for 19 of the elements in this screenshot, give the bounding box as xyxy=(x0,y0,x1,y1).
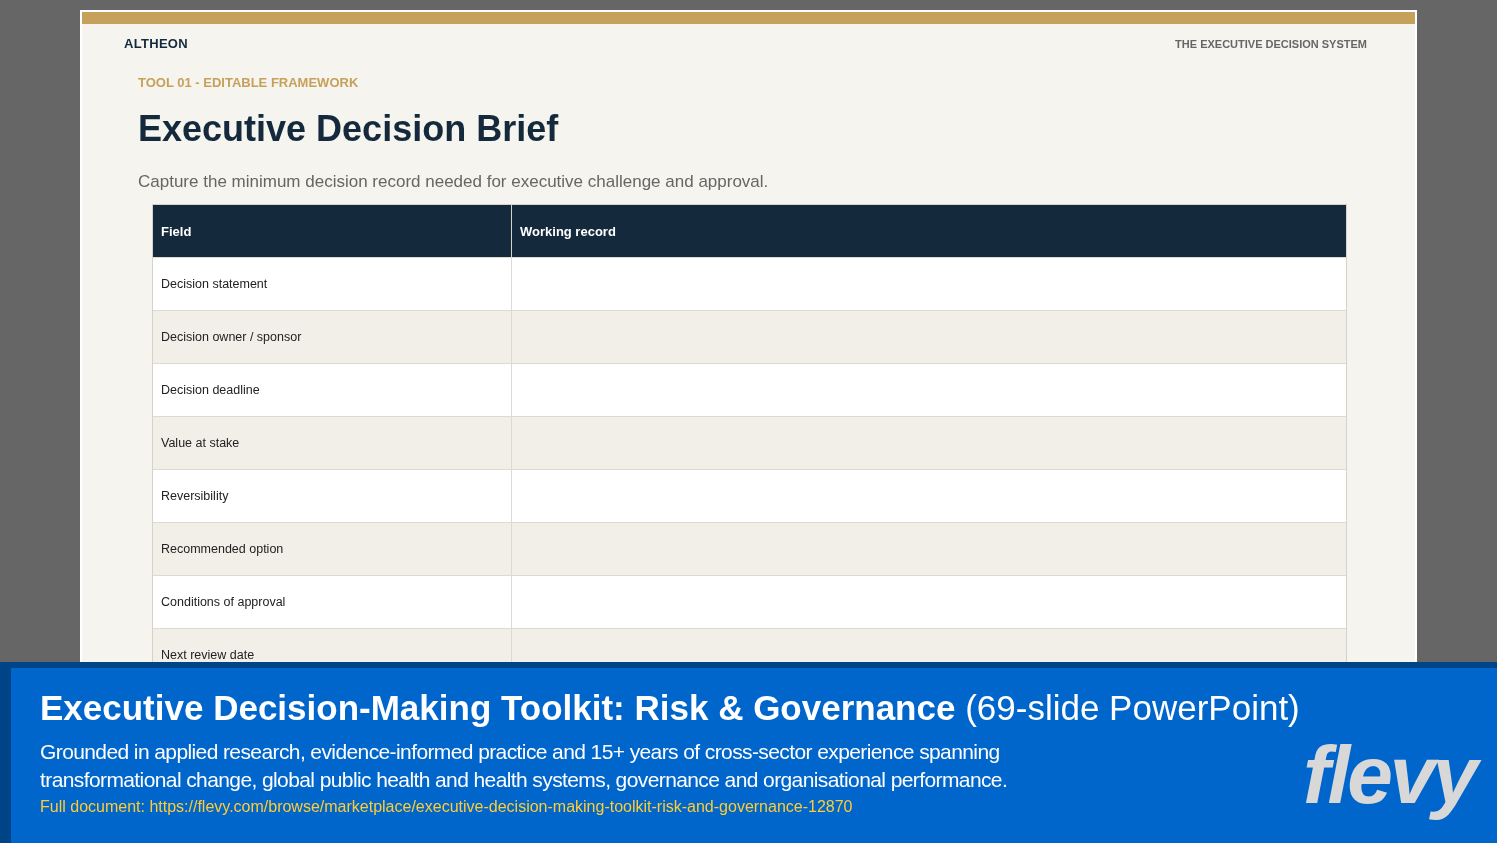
column-header: Field xyxy=(153,205,511,257)
brand-name: ALTHEON xyxy=(124,36,188,51)
document-link[interactable]: Full document: https://flevy.com/browse/marketplace/executive-decision-making-toolkit-risk-and-governance-12870 xyxy=(40,798,1300,816)
banner-title: Executive Decision-Making Toolkit: Risk & Governance (69-slide PowerPoint) xyxy=(40,688,1300,728)
table-cell: Conditions of approval xyxy=(153,575,511,628)
table-cell: Next review date xyxy=(153,628,511,662)
banner-description: Grounded in applied research, evidence-informed practice and 15+ years of cross-sector experience spanning transformational change, global public health and health systems, governance and organisational performance. xyxy=(40,739,1009,793)
slide-title: Executive Decision Brief xyxy=(138,108,560,150)
eyebrow-label: TOOL 01 - EDITABLE FRAMEWORK xyxy=(138,75,360,90)
table-cell: Recommended option xyxy=(153,522,511,575)
table-cell: Reversibility xyxy=(153,469,511,522)
slide-subtitle: Capture the minimum decision record needed for executive challenge and approval. xyxy=(138,172,770,192)
table-cell: Decision statement xyxy=(153,257,511,310)
table-cell: Decision owner / sponsor xyxy=(153,310,511,363)
table-cell: Decision deadline xyxy=(153,363,511,416)
system-label: THE EXECUTIVE DECISION SYSTEM xyxy=(1175,37,1367,50)
logo: flevy xyxy=(1297,728,1489,827)
table-cell: Value at stake xyxy=(153,416,511,469)
column-header: Working record xyxy=(511,205,1346,257)
